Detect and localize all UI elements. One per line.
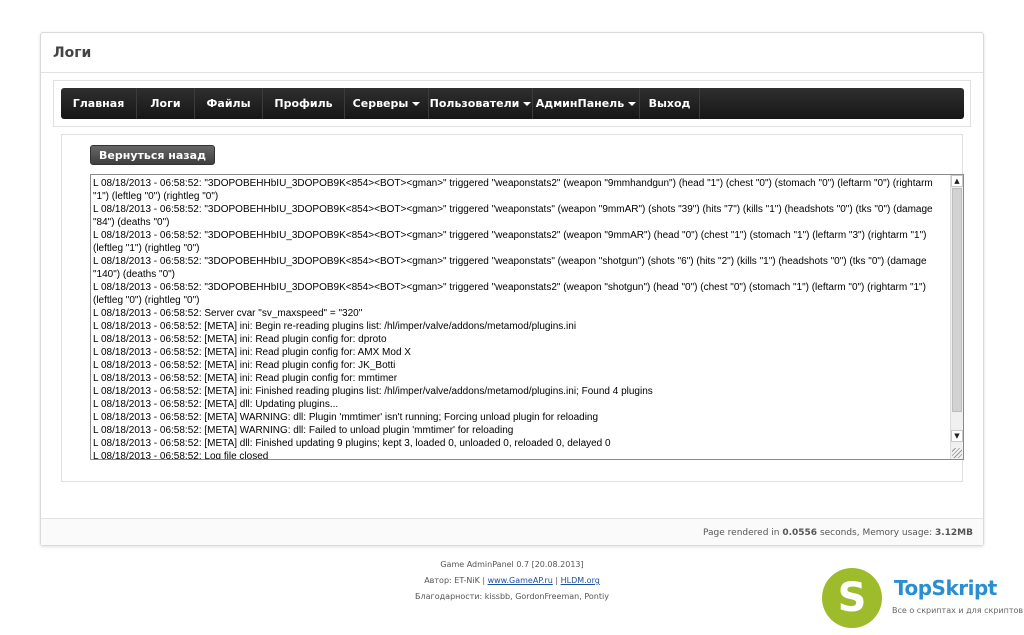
log-line: L 08/18/2013 - 06:58:52: "3DOPOBEHHbIU_3… bbox=[93, 230, 927, 254]
log-line: L 08/18/2013 - 06:58:52: [META] WARNING:… bbox=[93, 412, 599, 423]
logs-panel: Логи Главная Логи Файлы Профиль Серверы … bbox=[40, 32, 984, 546]
logo-name: TopSkript bbox=[894, 576, 997, 600]
nav-item-logs[interactable]: Логи bbox=[137, 88, 195, 119]
log-line: L 08/18/2013 - 06:58:52: [META] WARNING:… bbox=[93, 425, 514, 436]
log-line: L 08/18/2013 - 06:58:52: [META] ini: Beg… bbox=[93, 321, 577, 332]
nav-item-users[interactable]: Пользователи bbox=[429, 88, 533, 119]
log-line: L 08/18/2013 - 06:58:52: "3DOPOBEHHbIU_3… bbox=[93, 282, 926, 306]
gameap-link[interactable]: www.GameAP.ru bbox=[488, 576, 553, 585]
nav-item-servers[interactable]: Серверы bbox=[345, 88, 429, 119]
scrollbar-thumb[interactable] bbox=[952, 188, 962, 412]
nav-item-logout[interactable]: Выход bbox=[640, 88, 700, 119]
nav-item-files[interactable]: Файлы bbox=[195, 88, 263, 119]
main-nav: Главная Логи Файлы Профиль Серверы Польз… bbox=[61, 88, 964, 119]
log-line: L 08/18/2013 - 06:58:52: "3DOPOBEHHbIU_3… bbox=[93, 204, 933, 228]
log-line: L 08/18/2013 - 06:58:52: [META] ini: Rea… bbox=[93, 347, 411, 358]
nav-container: Главная Логи Файлы Профиль Серверы Польз… bbox=[53, 80, 971, 127]
log-line: L 08/18/2013 - 06:58:52: Server cvar "sv… bbox=[93, 308, 363, 319]
log-line: L 08/18/2013 - 06:58:52: [META] ini: Rea… bbox=[93, 360, 396, 371]
log-line: L 08/18/2013 - 06:58:52: Log file closed bbox=[93, 451, 269, 459]
scroll-up-icon[interactable]: ▲ bbox=[951, 175, 963, 187]
chevron-down-icon bbox=[412, 101, 421, 106]
render-stats: Page rendered in 0.0556 seconds, Memory … bbox=[41, 518, 983, 545]
page-title: Логи bbox=[41, 33, 983, 73]
log-text: L 08/18/2013 - 06:58:52: "3DOPOBEHHbIU_3… bbox=[91, 175, 949, 459]
back-button[interactable]: Вернуться назад bbox=[90, 145, 215, 165]
chevron-down-icon bbox=[523, 101, 532, 106]
log-line: L 08/18/2013 - 06:58:52: [META] ini: Rea… bbox=[93, 334, 387, 345]
logo-icon: S bbox=[822, 568, 882, 628]
nav-item-profile[interactable]: Профиль bbox=[263, 88, 345, 119]
chevron-down-icon bbox=[628, 101, 637, 106]
scroll-down-icon[interactable]: ▼ bbox=[951, 430, 963, 442]
scrollbar[interactable]: ▲ ▼ bbox=[950, 175, 963, 459]
log-line: L 08/18/2013 - 06:58:52: [META] ini: Fin… bbox=[93, 386, 653, 397]
topskript-logo[interactable]: S TopSkript Все о скриптах и для скрипто… bbox=[822, 568, 1024, 628]
log-line: L 08/18/2013 - 06:58:52: [META] ini: Rea… bbox=[93, 373, 398, 384]
log-line: L 08/18/2013 - 06:58:52: "3DOPOBEHHbIU_3… bbox=[93, 256, 927, 280]
logo-tagline: Все о скриптах и для скриптов... bbox=[892, 606, 1024, 615]
log-content: Вернуться назад L 08/18/2013 - 06:58:52:… bbox=[61, 134, 964, 482]
log-line: L 08/18/2013 - 06:58:52: "3DOPOBEHHbIU_3… bbox=[93, 178, 933, 202]
nav-item-adminpanel[interactable]: АдминПанель bbox=[533, 88, 640, 119]
log-line: L 08/18/2013 - 06:58:52: [META] dll: Upd… bbox=[93, 399, 339, 410]
log-textarea[interactable]: L 08/18/2013 - 06:58:52: "3DOPOBEHHbIU_3… bbox=[90, 174, 964, 460]
resize-handle-icon[interactable] bbox=[952, 448, 962, 458]
nav-item-home[interactable]: Главная bbox=[61, 88, 137, 119]
hldm-link[interactable]: HLDM.org bbox=[561, 576, 600, 585]
log-line: L 08/18/2013 - 06:58:52: [META] dll: Fin… bbox=[93, 438, 611, 449]
